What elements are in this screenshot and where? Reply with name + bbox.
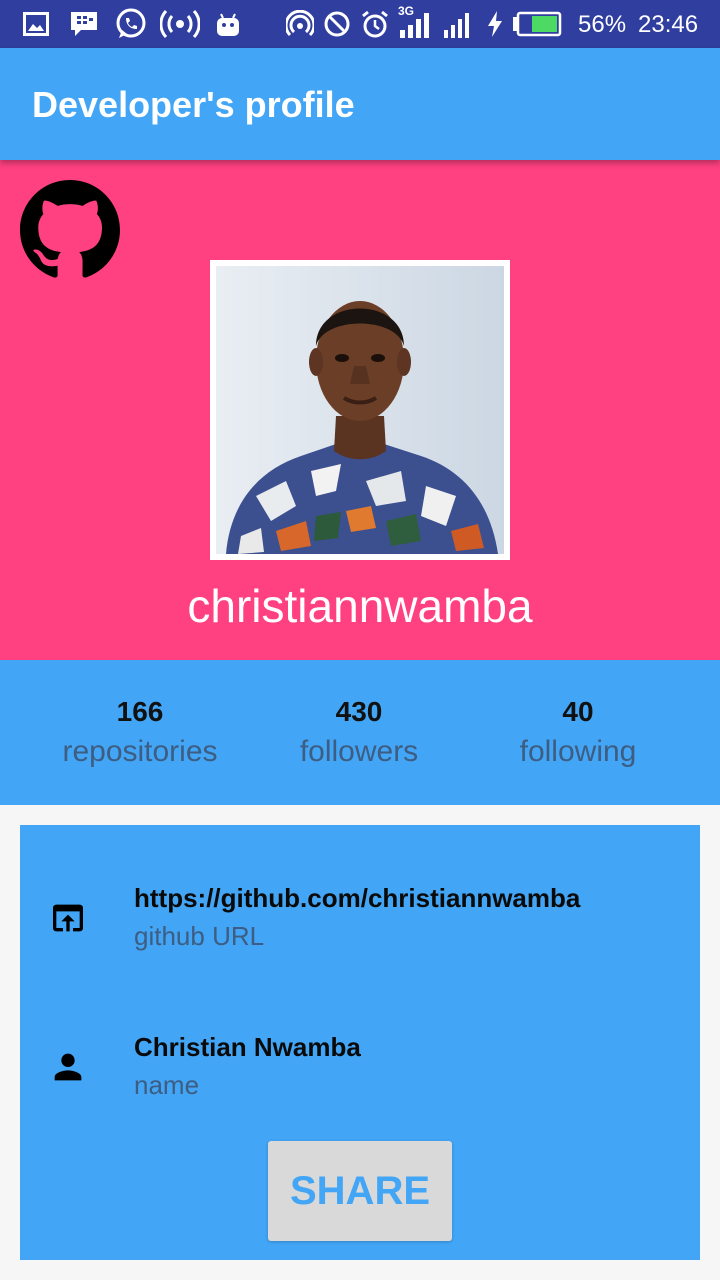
stat-value: 40 (562, 696, 594, 727)
details-card: https://github.com/christiannwamba githu… (20, 825, 700, 1260)
stat-followers[interactable]: 430 followers (239, 696, 479, 772)
network-type-label: 3G (398, 4, 415, 18)
username: christiannwamba (187, 580, 533, 632)
profile-header: christiannwamba (0, 160, 720, 660)
github-url-label: github URL (134, 921, 265, 951)
status-bar: 3G 56% 23:46 (0, 0, 720, 48)
github-url-value[interactable]: https://github.com/christiannwamba (134, 882, 580, 914)
stat-label: followers (299, 735, 419, 768)
person-icon (48, 1047, 88, 1087)
name-row: Christian Nwamba name (20, 1031, 700, 1131)
share-button[interactable]: SHARE (268, 1141, 452, 1241)
name-label: name (134, 1070, 200, 1100)
do-not-disturb-icon (322, 8, 352, 40)
name-value: Christian Nwamba (134, 1032, 361, 1062)
avatar (210, 260, 510, 560)
stat-label: repositories (62, 735, 218, 768)
clock: 23:46 (638, 11, 699, 38)
whatsapp-icon (114, 8, 148, 40)
stat-repositories[interactable]: 166 repositories (20, 696, 260, 772)
page-title: Developer's profile (32, 84, 355, 125)
stat-value: 166 (116, 696, 164, 727)
open-in-browser-icon (48, 898, 88, 938)
gallery-icon (22, 8, 50, 40)
battery-percent: 56% (578, 11, 627, 38)
android-icon (214, 8, 242, 40)
signal-3g-icon: 3G (398, 4, 434, 40)
wifi-hotspot-icon (286, 8, 314, 40)
stat-following[interactable]: 40 following (458, 696, 698, 772)
stat-value: 430 (335, 696, 383, 727)
alarm-icon (360, 8, 390, 40)
bbm-icon (68, 8, 100, 40)
github-icon[interactable] (20, 180, 120, 280)
battery-icon (512, 8, 562, 40)
github-url-row[interactable]: https://github.com/christiannwamba githu… (20, 882, 700, 982)
stat-label: following (519, 735, 637, 768)
hotspot-icon (160, 8, 200, 40)
charging-icon (486, 8, 504, 40)
profile-photo (216, 266, 504, 554)
app-bar: Developer's profile (0, 48, 720, 160)
stats-bar: 166 repositories 430 followers 40 follow… (0, 660, 720, 805)
signal-icon (442, 8, 472, 40)
